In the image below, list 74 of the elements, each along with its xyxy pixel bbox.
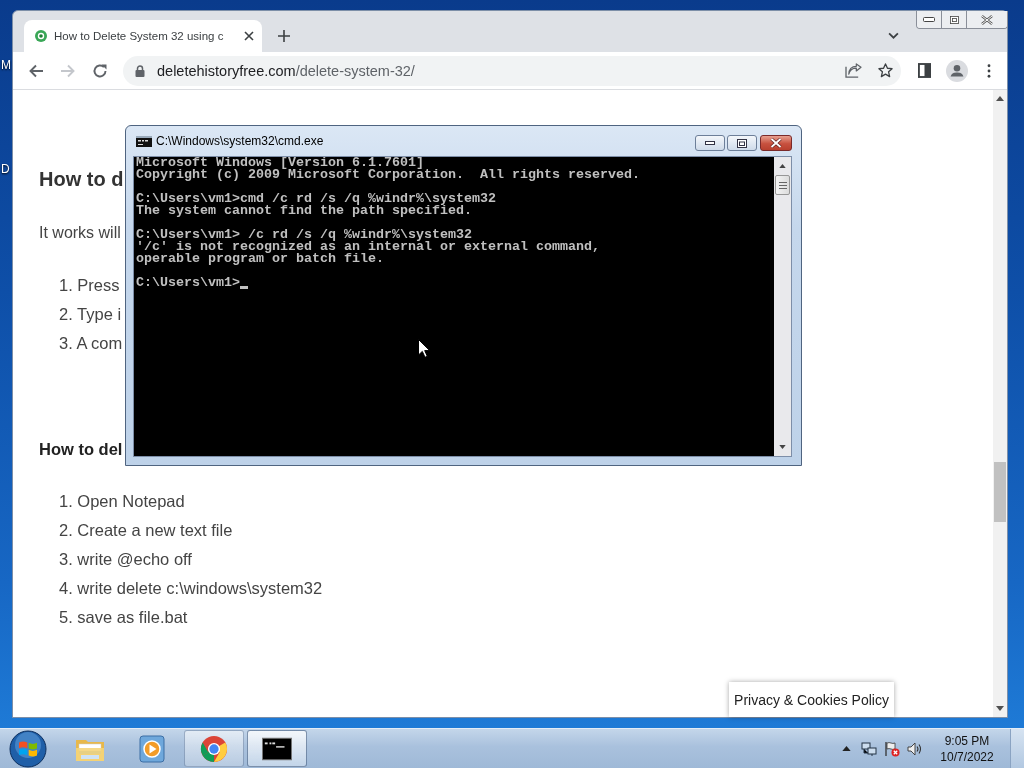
scroll-up-icon[interactable] — [996, 96, 1004, 101]
more-vertical-icon — [987, 63, 991, 78]
scroll-down-icon[interactable] — [779, 445, 786, 449]
browser-tab[interactable]: How to Delete System 32 using c — [24, 20, 262, 52]
taskbar-button[interactable] — [247, 730, 307, 767]
list-item: 1. Open Notepad — [59, 491, 185, 512]
console-line: operable program or batch file. — [136, 253, 384, 265]
minimize-icon — [923, 17, 935, 22]
console-line: '/c' is not recognized as an internal or external command, — [136, 241, 600, 253]
reload-icon — [92, 62, 108, 79]
clock-button[interactable]: 9:05 PM 10/7/2022 — [935, 732, 999, 765]
list-item: 4. write delete c:\windows\system32 — [59, 578, 323, 599]
site-favicon-icon — [34, 29, 48, 43]
star-icon — [876, 63, 894, 78]
close-icon — [981, 14, 993, 25]
desktop-icon-label[interactable]: D — [1, 162, 11, 177]
url-text[interactable]: deletehistoryfree.com/delete-system-32/ — [157, 62, 415, 79]
scrollbar-thumb[interactable] — [775, 175, 790, 195]
speaker-icon[interactable] — [907, 740, 923, 757]
page-scrollbar[interactable] — [993, 90, 1007, 717]
text-cursor-icon — [240, 286, 248, 289]
grip-lines-icon — [778, 181, 787, 189]
scroll-up-icon[interactable] — [779, 164, 786, 168]
privacy-policy-button[interactable]: Privacy & Cookies Policy — [729, 682, 894, 717]
console-app-icon — [136, 135, 152, 147]
share-icon — [844, 63, 862, 78]
side-panel-icon — [917, 63, 931, 78]
minimize-button[interactable] — [695, 135, 725, 151]
maximize-icon — [737, 138, 747, 148]
console-line: Microsoft Windows [Version 6.1.7601] — [136, 157, 424, 169]
scroll-down-icon[interactable] — [996, 706, 1004, 711]
forward-arrow-icon — [60, 62, 76, 79]
section-heading: How to del — [39, 439, 123, 460]
console-scrollbar[interactable] — [774, 157, 791, 456]
tab-close-button[interactable] — [242, 29, 256, 43]
console-prompt: C:\Users\vm1> — [136, 277, 240, 289]
chevron-down-icon — [887, 32, 899, 39]
console-line: Copyright (c) 2009 Microsoft Corporation. All rights reserved. — [136, 169, 640, 181]
minimize-icon — [705, 141, 715, 145]
paragraph-text: It works will — [39, 223, 121, 243]
flag-error-icon[interactable] — [884, 740, 900, 757]
start-button[interactable] — [8, 729, 48, 768]
console-line: C:\Users\vm1> /c rd /s /q %windr%\system32 — [136, 229, 472, 241]
console-screen[interactable] — [134, 157, 774, 456]
browser-icon — [199, 734, 229, 763]
person-avatar-icon — [946, 59, 968, 82]
close-button[interactable] — [760, 135, 792, 151]
console-line: The system cannot find the path specified. — [136, 205, 472, 217]
list-item: 1. Press — [59, 275, 120, 296]
list-item: 5. save as file.bat — [59, 607, 188, 628]
list-item: 3. A com — [59, 333, 123, 354]
maximize-button[interactable] — [727, 135, 757, 151]
address-bar[interactable]: deletehistoryfree.com/delete-system-32/ — [123, 55, 901, 86]
close-icon — [770, 138, 782, 148]
maximize-button[interactable] — [942, 11, 967, 28]
up-arrow-icon — [841, 746, 851, 751]
media-player-icon — [137, 734, 167, 763]
lock-icon — [135, 64, 145, 77]
list-item: 2. Create a new text file — [59, 520, 233, 541]
list-item: 2. Type i — [59, 304, 122, 325]
desktop-icon-label[interactable]: M — [1, 58, 11, 73]
mouse-pointer-icon — [418, 339, 430, 358]
window-title: C:\Windows\system32\cmd.exe — [156, 134, 324, 148]
list-item: 3. write @echo off — [59, 549, 192, 570]
back-arrow-icon — [28, 62, 44, 79]
close-icon — [244, 31, 254, 41]
console-line: C:\Users\vm1>cmd /c rd /s /q %windr%\system32 — [136, 193, 496, 205]
minimize-button[interactable] — [917, 11, 942, 28]
windows-logo-icon — [9, 729, 47, 768]
scrollbar-thumb[interactable] — [994, 462, 1006, 522]
network-icon[interactable] — [861, 740, 877, 757]
plus-icon — [278, 30, 290, 42]
article-heading: How to d — [39, 167, 124, 192]
restore-icon — [948, 15, 960, 24]
